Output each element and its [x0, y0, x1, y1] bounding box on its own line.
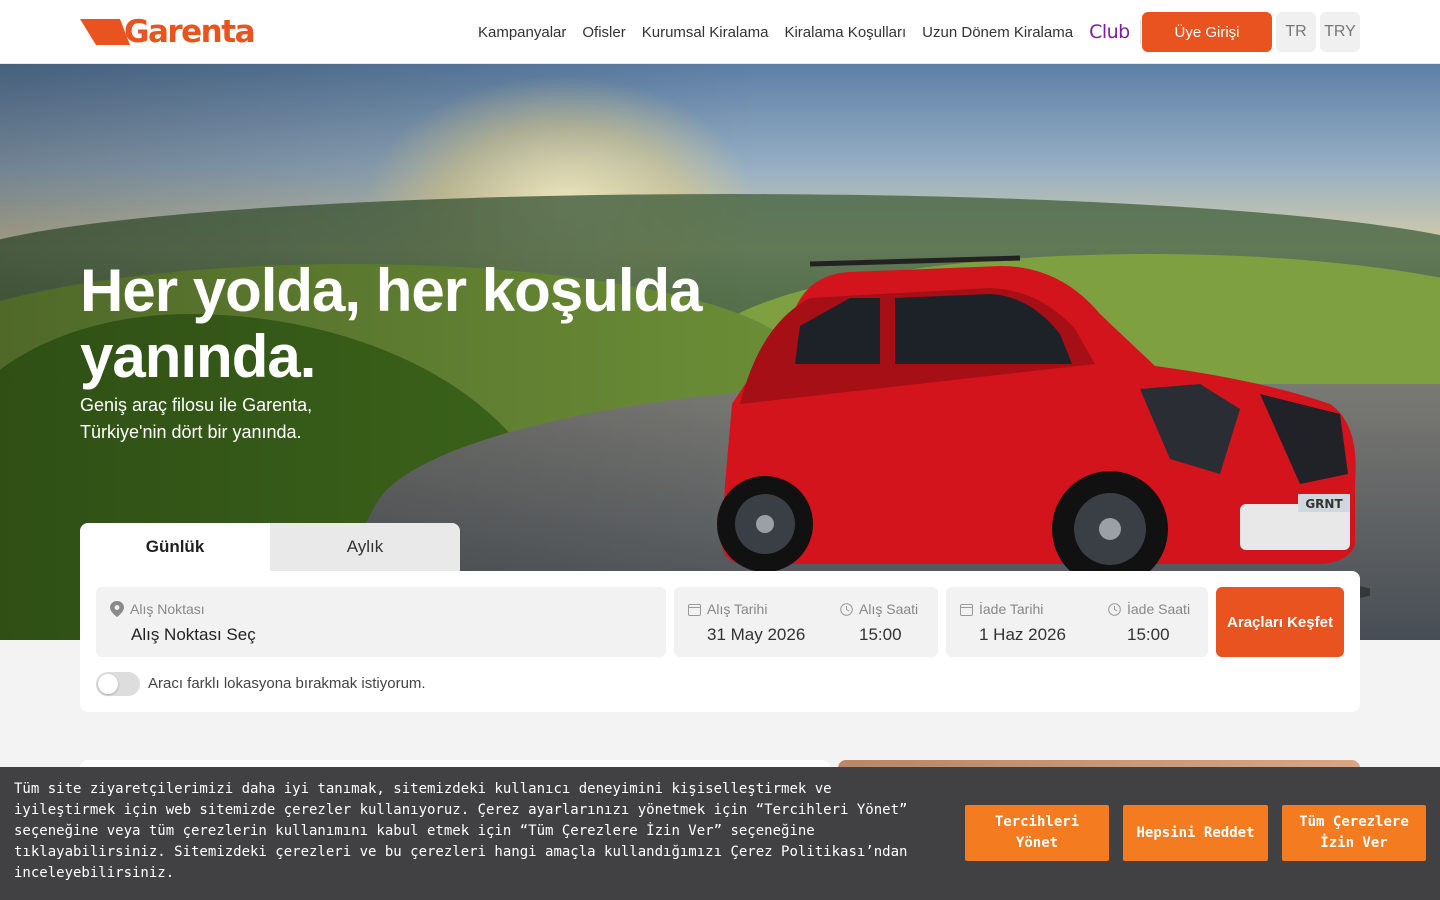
search-vehicles-button[interactable]: Araçları Keşfet — [1216, 587, 1344, 657]
site-header: Garenta Kampanyalar Ofisler Kurumsal Kir… — [0, 0, 1440, 64]
pickup-datetime-field: Alış Tarihi 31 May 2026 Alış Saati 15:00 — [674, 587, 938, 657]
booking-form: Alış Noktası Alış Noktası Seç Alış Tarih… — [80, 571, 1360, 712]
login-button[interactable]: Üye Girişi — [1142, 12, 1272, 52]
return-datetime-field: İade Tarihi 1 Haz 2026 İade Saati 15:00 — [946, 587, 1208, 657]
nav-divider — [1139, 20, 1141, 44]
hero-title: Her yolda, her koşulda yanında. — [80, 257, 703, 390]
nav-item-kurumsal-kiralama[interactable]: Kurumsal Kiralama — [642, 24, 769, 41]
language-selector[interactable]: TR — [1276, 12, 1316, 52]
nav-item-ofisler[interactable]: Ofisler — [582, 24, 625, 41]
manage-preferences-button[interactable]: Tercihleri Yönet — [965, 805, 1109, 861]
license-plate: GRNT — [1305, 497, 1343, 511]
nav-item-kiralama-kosullari[interactable]: Kiralama Koşulları — [784, 24, 906, 41]
garenta-logo[interactable]: Garenta — [80, 14, 255, 50]
tab-aylik[interactable]: Aylık — [270, 523, 460, 571]
return-date-value[interactable]: 1 Haz 2026 — [979, 625, 1066, 645]
pickup-location-label: Alış Noktası — [130, 601, 205, 617]
return-time-value[interactable]: 15:00 — [1127, 625, 1170, 645]
nav-item-uzun-donem-kiralama[interactable]: Uzun Dönem Kiralama — [922, 24, 1073, 41]
pickup-date-value[interactable]: 31 May 2026 — [707, 625, 805, 645]
clock-icon — [840, 602, 853, 616]
reject-all-button[interactable]: Hepsini Reddet — [1123, 805, 1268, 861]
nav-item-kampanyalar[interactable]: Kampanyalar — [478, 24, 566, 41]
pickup-location-value: Alış Noktası Seç — [131, 625, 256, 644]
return-time-label-row: İade Saati — [1108, 601, 1190, 617]
pickup-time-value[interactable]: 15:00 — [859, 625, 902, 645]
pickup-date-label-row: Alış Tarihi — [688, 601, 767, 617]
return-date-label-row: İade Tarihi — [960, 601, 1043, 617]
red-suv-image: GRNT — [715, 255, 1370, 612]
currency-selector[interactable]: TRY — [1320, 12, 1360, 52]
location-pin-icon — [110, 601, 124, 617]
toggle-knob — [98, 674, 118, 694]
accept-all-cookies-button[interactable]: Tüm Çerezlere İzin Ver — [1282, 805, 1426, 861]
pickup-time-label: Alış Saati — [859, 601, 919, 617]
pickup-time-label-row: Alış Saati — [840, 601, 918, 617]
pickup-date-label: Alış Tarihi — [707, 601, 768, 617]
pickup-location-label-row: Alış Noktası — [110, 601, 205, 617]
different-location-toggle[interactable] — [96, 672, 140, 696]
pickup-location-field[interactable]: Alış Noktası Alış Noktası Seç — [96, 587, 666, 657]
club-link[interactable]: Club — [1089, 21, 1130, 43]
calendar-icon — [688, 603, 701, 616]
cookie-text: Tüm site ziyaretçilerimizi daha iyi tanı… — [14, 781, 908, 881]
logo-mark-icon — [80, 19, 130, 45]
main-nav: Kampanyalar Ofisler Kurumsal Kiralama Ki… — [470, 0, 1141, 64]
different-location-label: Aracı farklı lokasyona bırakmak istiyoru… — [148, 675, 426, 692]
return-date-label: İade Tarihi — [979, 601, 1044, 617]
clock-icon — [1108, 602, 1121, 616]
calendar-icon — [960, 603, 973, 616]
return-time-label: İade Saati — [1127, 601, 1191, 617]
cookie-banner: Tüm site ziyaretçilerimizi daha iyi tanı… — [0, 767, 1440, 900]
tab-gunluk[interactable]: Günlük — [80, 523, 270, 571]
hero-subtitle: Geniş araç filosu ile Garenta, Türkiye'n… — [80, 395, 313, 442]
logo-text: Garenta — [124, 14, 255, 50]
